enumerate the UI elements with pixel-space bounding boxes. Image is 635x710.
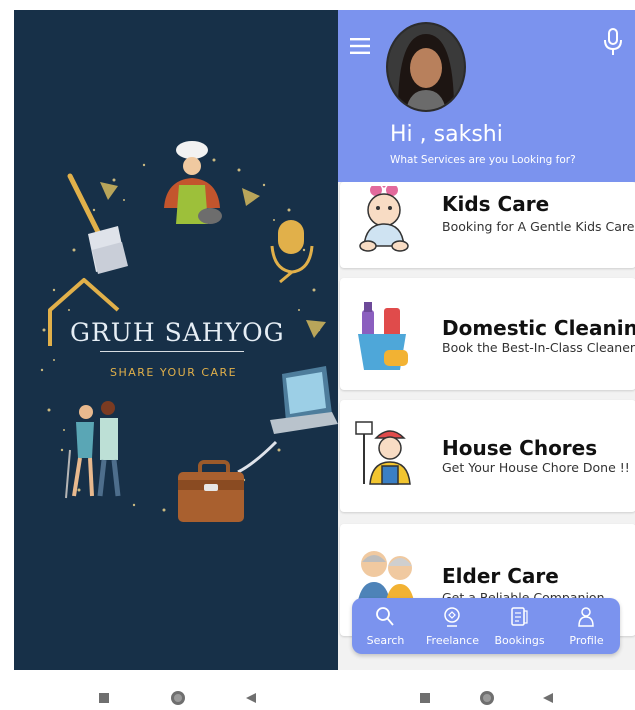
nav-label: Bookings <box>494 634 545 647</box>
nav-item-freelance[interactable]: Freelance <box>419 598 486 654</box>
microphone-icon <box>270 220 314 284</box>
triangle-ornament <box>242 188 260 206</box>
back-button[interactable] <box>542 692 554 704</box>
home-button[interactable] <box>169 689 187 707</box>
nav-item-profile[interactable]: Profile <box>553 598 620 654</box>
nav-label: Search <box>366 634 405 647</box>
nav-label: Freelance <box>426 634 479 647</box>
mop-icon <box>67 173 128 274</box>
nav-item-bookings[interactable]: Bookings <box>486 598 553 654</box>
search-icon <box>376 607 394 626</box>
back-button[interactable] <box>245 692 257 704</box>
triangle-ornament <box>100 182 118 200</box>
recents-button[interactable] <box>98 692 110 704</box>
service-description: Booking for A Gentle Kids Care <box>442 219 635 234</box>
brand-name: GRUH SAHYOG <box>70 318 285 347</box>
bookings-icon <box>511 607 528 626</box>
service-title: House Chores <box>442 436 598 460</box>
nav-item-search[interactable]: Search <box>352 598 419 654</box>
service-card-house-chores[interactable]: House Chores Get Your House Chore Done !… <box>340 400 635 512</box>
microphone-icon[interactable] <box>602 28 624 56</box>
service-description: Get Your House Chore Done !! <box>442 460 630 475</box>
service-description: Book the Best-In-Class Cleaner <box>442 340 635 355</box>
service-card-domestic-cleaning[interactable]: Domestic Cleaning Book the Best-In-Class… <box>340 278 635 390</box>
home-button[interactable] <box>478 689 496 707</box>
avatar[interactable] <box>386 22 466 112</box>
service-title: Domestic Cleaning <box>442 316 635 340</box>
brand-tagline: SHARE YOUR CARE <box>110 366 238 379</box>
greeting-subtitle: What Services are you Looking for? <box>390 154 576 166</box>
cleaning-supplies-icon <box>358 302 408 370</box>
cable-line <box>237 440 278 474</box>
brand-divider <box>100 351 244 352</box>
service-card-kids-care[interactable]: Kids Care Booking for A Gentle Kids Care <box>340 182 635 268</box>
home-screen: Kids Care Booking for A Gentle Kids Care… <box>338 10 635 670</box>
profile-icon <box>578 607 594 627</box>
laptop-icon <box>270 366 338 434</box>
recents-button[interactable] <box>419 692 431 704</box>
triangle-ornament <box>306 320 326 338</box>
bottom-navigation: Search Freelance Bookings Profile <box>352 598 620 654</box>
splash-screen: GRUH SAHYOG SHARE YOUR CARE <box>14 10 338 670</box>
avatar-photo <box>388 24 464 110</box>
greeting-text: Hi , sakshi <box>390 122 503 147</box>
handyman-icon <box>355 421 411 485</box>
chef-icon <box>164 141 222 224</box>
home-header: Hi , sakshi What Services are you Lookin… <box>338 10 635 182</box>
freelance-icon <box>444 607 460 627</box>
elderly-couple-icon <box>65 401 121 499</box>
briefcase-icon <box>178 460 244 522</box>
nav-label: Profile <box>569 634 604 647</box>
service-title: Kids Care <box>442 192 550 216</box>
baby-icon <box>359 186 409 252</box>
service-title: Elder Care <box>442 564 559 588</box>
menu-icon[interactable] <box>350 38 370 54</box>
system-navigation-bar <box>0 680 635 710</box>
